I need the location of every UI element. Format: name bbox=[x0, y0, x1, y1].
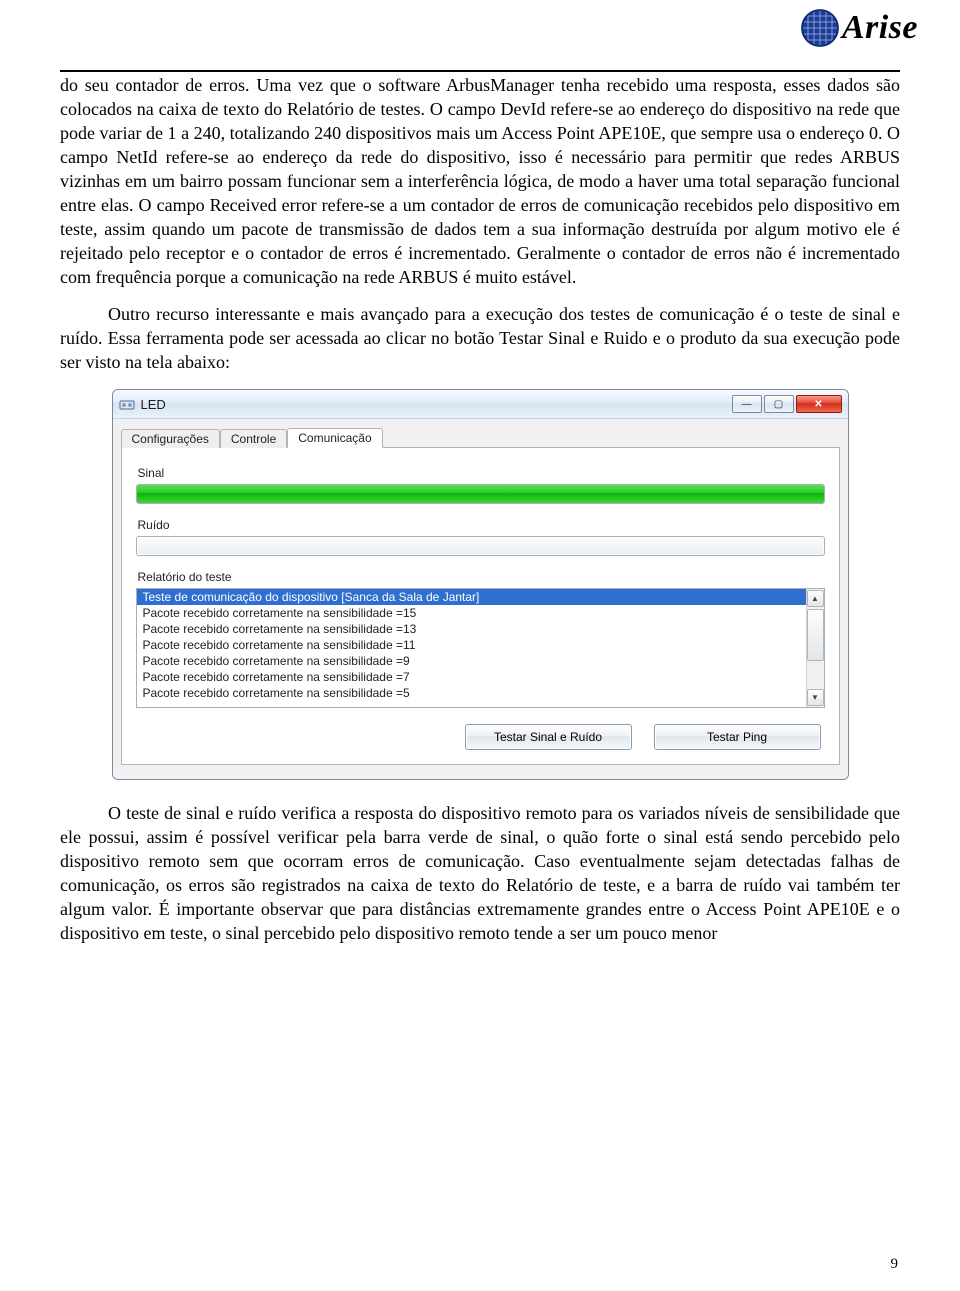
list-item[interactable]: Pacote recebido corretamente na sensibil… bbox=[137, 653, 807, 669]
sinal-progressbar bbox=[136, 484, 825, 504]
globe-icon bbox=[800, 8, 840, 48]
arise-logo: Arise bbox=[800, 8, 918, 48]
paragraph-1: do seu contador de erros. Uma vez que o … bbox=[60, 74, 900, 289]
tab-controle[interactable]: Controle bbox=[220, 429, 287, 448]
tab-comunicacao[interactable]: Comunicação bbox=[287, 428, 382, 448]
tab-configuracoes[interactable]: Configurações bbox=[121, 429, 220, 448]
close-button[interactable]: ✕ bbox=[796, 395, 842, 413]
scroll-down-icon[interactable]: ▼ bbox=[807, 689, 824, 706]
app-icon bbox=[119, 396, 135, 412]
ruido-progressbar bbox=[136, 536, 825, 556]
page-number: 9 bbox=[891, 1256, 899, 1273]
list-item[interactable]: Pacote recebido corretamente na sensibil… bbox=[137, 621, 807, 637]
list-item[interactable]: Pacote recebido corretamente na sensibil… bbox=[137, 605, 807, 621]
led-dialog: LED — ▢ ✕ Configurações Controle Comunic… bbox=[112, 389, 849, 780]
list-item[interactable]: Pacote recebido corretamente na sensibil… bbox=[137, 669, 807, 685]
list-item[interactable]: Pacote recebido corretamente na sensibil… bbox=[137, 685, 807, 701]
maximize-button[interactable]: ▢ bbox=[764, 395, 794, 413]
testar-ping-button[interactable]: Testar Ping bbox=[654, 724, 821, 750]
scrollbar[interactable]: ▲ ▼ bbox=[806, 589, 824, 707]
label-relatorio: Relatório do teste bbox=[138, 570, 825, 584]
page-header: Arise bbox=[60, 18, 900, 74]
tab-panel-comunicacao: Sinal Ruído Relatório do teste Teste de … bbox=[121, 448, 840, 765]
window-title: LED bbox=[141, 397, 730, 412]
relatorio-listbox[interactable]: Teste de comunicação do dispositivo [San… bbox=[136, 588, 825, 708]
label-ruido: Ruído bbox=[138, 518, 825, 532]
paragraph-3: O teste de sinal e ruído verifica a resp… bbox=[60, 802, 900, 946]
header-rule bbox=[60, 70, 900, 72]
minimize-button[interactable]: — bbox=[732, 395, 762, 413]
paragraph-2: Outro recurso interessante e mais avança… bbox=[60, 303, 900, 375]
label-sinal: Sinal bbox=[138, 466, 825, 480]
list-item[interactable]: Teste de comunicação do dispositivo [San… bbox=[137, 589, 807, 605]
tabstrip: Configurações Controle Comunicação bbox=[121, 425, 840, 448]
scroll-up-icon[interactable]: ▲ bbox=[807, 590, 824, 607]
scroll-thumb[interactable] bbox=[807, 609, 824, 661]
titlebar[interactable]: LED — ▢ ✕ bbox=[113, 390, 848, 419]
logo-text: Arise bbox=[842, 9, 918, 47]
list-item[interactable]: Pacote recebido corretamente na sensibil… bbox=[137, 637, 807, 653]
testar-sinal-button[interactable]: Testar Sinal e Ruído bbox=[465, 724, 632, 750]
